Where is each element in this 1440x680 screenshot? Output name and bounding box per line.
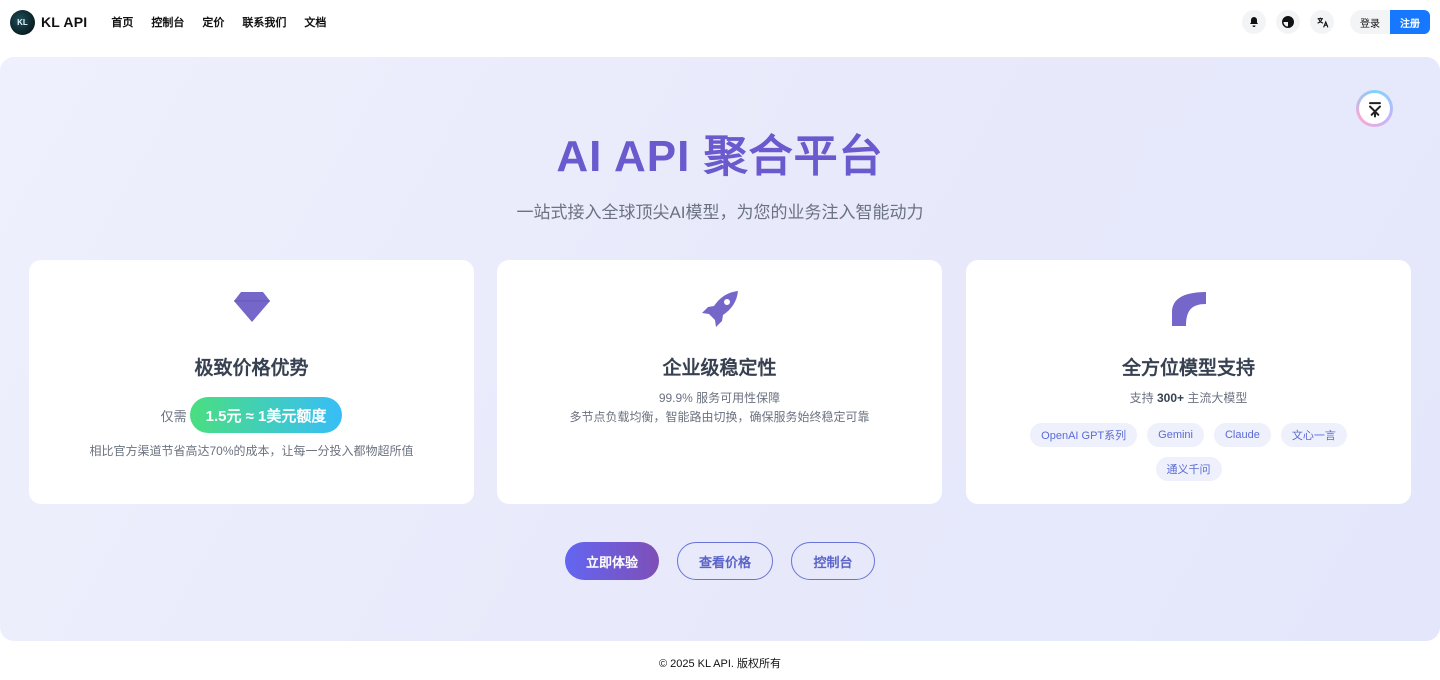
price-prefix: 仅需 — [160, 408, 187, 424]
card-title: 全方位模型支持 — [1121, 358, 1255, 379]
card-description: 多节点负载均衡，智能路由切换，确保服务始终稳定可靠 — [569, 410, 870, 424]
footer-copyright: © 2025 KL API. 版权所有 — [658, 658, 782, 670]
model-tag[interactable]: OpenAI GPT系列 — [1030, 423, 1138, 447]
nav-item-console[interactable]: 控制台 — [151, 14, 184, 30]
nav-item-home[interactable]: 首页 — [111, 14, 133, 30]
console-button[interactable]: 控制台 — [791, 542, 875, 580]
translate-icon[interactable] — [1310, 10, 1334, 34]
nav-item-docs[interactable]: 文档 — [304, 14, 326, 30]
feature-card-stability: 企业级稳定性 99.9% 服务可用性保障 多节点负载均衡，智能路由切换，确保服务… — [497, 260, 942, 504]
model-tag[interactable]: Gemini — [1147, 423, 1204, 447]
models-count: 300+ — [1156, 391, 1185, 405]
view-pricing-button[interactable]: 查看价格 — [677, 542, 773, 580]
card-description: 支持 300+ 主流大模型 — [966, 389, 1411, 408]
model-tags: OpenAI GPT系列 Gemini Claude 文心一言 通义千问 — [1006, 423, 1371, 481]
brand[interactable]: KL KL API — [10, 9, 88, 35]
card-title: 极致价格优势 — [194, 358, 309, 379]
price-badge: 1.5元 ≈ 1美元额度 — [189, 397, 343, 433]
fan-icon — [966, 290, 1411, 328]
nav-item-pricing[interactable]: 定价 — [202, 14, 224, 30]
hero-actions: 立即体验 查看价格 控制台 — [0, 542, 1440, 580]
main-nav: 首页 控制台 定价 联系我们 文档 — [111, 14, 326, 30]
uptime-text: 99.9% 服务可用性保障 — [658, 391, 781, 405]
model-tag[interactable]: 通义千问 — [1155, 457, 1222, 481]
try-now-button[interactable]: 立即体验 — [565, 542, 659, 580]
model-tag[interactable]: Claude — [1213, 423, 1271, 447]
register-button[interactable]: 注册 — [1390, 10, 1430, 34]
feature-card-price: 极致价格优势 仅需 1.5元 ≈ 1美元额度 相比官方渠道节省高达70%的成本，… — [29, 260, 474, 504]
brand-name: KL API — [41, 14, 88, 30]
nav-item-contact[interactable]: 联系我们 — [242, 14, 286, 30]
logo-icon: KL — [10, 9, 35, 35]
card-title: 企业级稳定性 — [662, 358, 777, 379]
rocket-icon — [497, 290, 942, 328]
models-desc-prefix: 支持 — [1129, 391, 1157, 405]
diamond-icon — [29, 290, 474, 328]
feature-card-models: 全方位模型支持 支持 300+ 主流大模型 OpenAI GPT系列 Gemin… — [966, 260, 1411, 504]
top-header: KL KL API 首页 控制台 定价 联系我们 文档 登录 注册 — [0, 0, 1440, 44]
login-button[interactable]: 登录 — [1350, 10, 1390, 34]
models-desc-suffix: 主流大模型 — [1184, 391, 1248, 405]
bell-icon[interactable] — [1242, 10, 1266, 34]
card-description: 相比官方渠道节省高达70%的成本，让每一分投入都物超所值 — [89, 444, 414, 458]
price-row: 仅需 1.5元 ≈ 1美元额度 — [29, 397, 474, 433]
model-tag[interactable]: 文心一言 — [1280, 423, 1347, 447]
header-actions: 登录 注册 — [1242, 10, 1430, 34]
page-subtitle: 一站式接入全球顶尖AI模型，为您的业务注入智能动力 — [516, 203, 924, 222]
auth-group: 登录 注册 — [1350, 10, 1430, 34]
theme-icon[interactable] — [1276, 10, 1300, 34]
page-title: AI API 聚合平台 — [556, 132, 884, 181]
